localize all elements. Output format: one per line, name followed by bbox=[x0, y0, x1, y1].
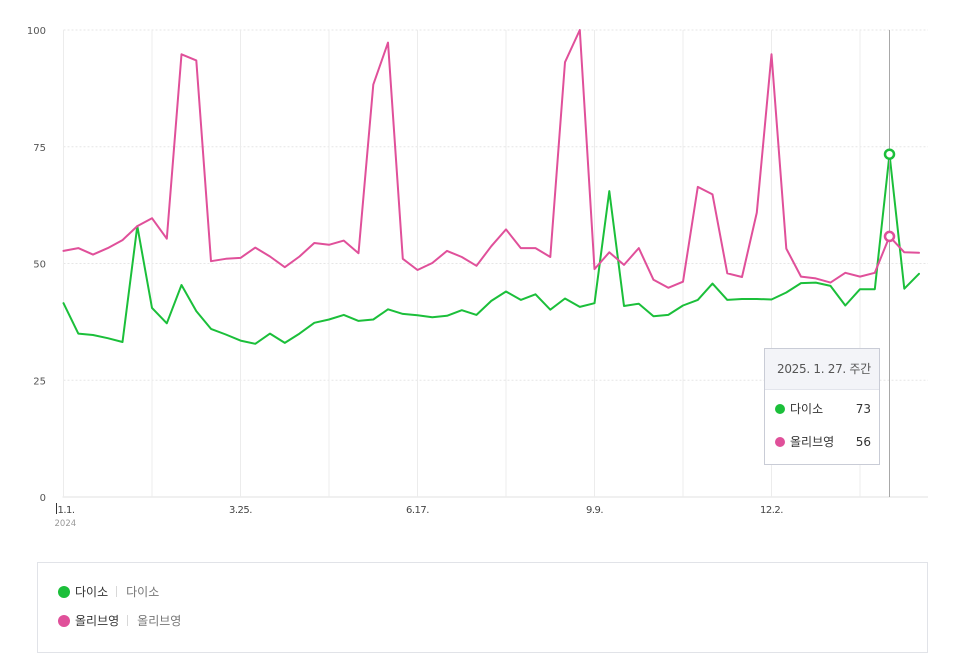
y-tick-label: 50 bbox=[33, 260, 46, 271]
daiso-color-dot bbox=[775, 404, 785, 414]
oliveyoung-legend-dot bbox=[58, 615, 70, 627]
y-tick-label: 0 bbox=[40, 493, 46, 504]
daiso-legend-dot bbox=[58, 586, 70, 598]
x-tick-label: 6.17. bbox=[406, 505, 429, 516]
legend-sublabel: 올리브영 bbox=[137, 614, 182, 628]
y-tick-label: 75 bbox=[33, 143, 46, 154]
x-tick-label: 1.1. bbox=[58, 505, 75, 516]
legend-item-oliveyoung[interactable]: 올리브영 올리브영 bbox=[58, 611, 181, 631]
tooltip-row-daiso: 다이소 73 bbox=[775, 399, 871, 419]
x-tick-label: 9.9. bbox=[586, 505, 603, 516]
series-line-daiso bbox=[62, 153, 920, 345]
chart-tooltip: 2025. 1. 27. 주간 다이소 73 올리브영 56 bbox=[764, 348, 880, 465]
legend-label: 다이소 bbox=[75, 585, 109, 599]
tooltip-date: 2025. 1. 27. 주간 bbox=[765, 349, 879, 390]
y-tick-label: 25 bbox=[33, 376, 46, 387]
legend-label: 올리브영 bbox=[75, 614, 120, 628]
legend-separator bbox=[116, 586, 118, 597]
oliveyoung-color-dot bbox=[775, 437, 785, 447]
hover-marker-oliveyoung bbox=[883, 230, 896, 243]
legend-item-daiso[interactable]: 다이소 다이소 bbox=[58, 582, 159, 602]
tooltip-series-name: 올리브영 bbox=[790, 435, 835, 449]
series-line-oliveyoung bbox=[62, 29, 920, 289]
x-tick-label: 3.25. bbox=[229, 505, 252, 516]
hover-marker-daiso bbox=[883, 148, 896, 160]
legend-sublabel: 다이소 bbox=[126, 585, 160, 599]
y-tick-label: 100 bbox=[27, 26, 46, 37]
tooltip-value: 73 bbox=[855, 402, 871, 416]
tooltip-series-name: 다이소 bbox=[790, 402, 824, 416]
chart-legend: 다이소 다이소 올리브영 올리브영 bbox=[37, 562, 928, 653]
legend-separator bbox=[127, 615, 129, 626]
x-tick-label: 12.2. bbox=[760, 505, 783, 516]
series-lines bbox=[62, 29, 920, 345]
x-axis-ticks: 1.1. 2024 3.25. 6.17. 9.9. 12.2. bbox=[55, 503, 784, 529]
y-axis-ticks: 0 25 50 75 100 bbox=[27, 26, 46, 504]
tooltip-row-oliveyoung: 올리브영 56 bbox=[775, 432, 871, 452]
x-tick-year-label: 2024 bbox=[55, 519, 77, 529]
tooltip-value: 56 bbox=[855, 435, 871, 449]
